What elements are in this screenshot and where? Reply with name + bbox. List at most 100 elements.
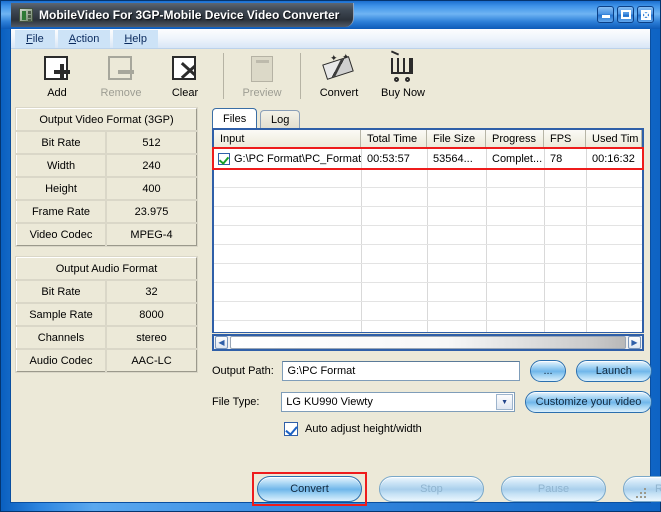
toolbar-label-preview: Preview [242,87,282,99]
file-list-body[interactable]: G:\PC Format\PC_Format... 00:53:57 53564… [214,149,642,332]
menu-item-help[interactable]: Help [113,29,158,48]
add-document-icon [40,54,74,86]
table-row: Output Audio Format [15,256,198,281]
file-row-progress: Complet... [492,152,543,165]
output-path-input[interactable] [282,361,521,381]
title-bar: MobileVideo For 3GP-Mobile Device Video … [1,1,660,29]
output-settings-form: Output Path: ... Launch File Type: LG KU… [212,360,653,436]
audio-channels-value: stereo [105,325,198,350]
column-header-used-time[interactable]: Used Tim [586,130,642,148]
convert-button[interactable]: Convert [257,476,362,502]
tab-files[interactable]: Files [212,108,258,128]
title-plate: MobileVideo For 3GP-Mobile Device Video … [11,3,355,27]
table-row[interactable]: G:\PC Format\PC_Format... 00:53:57 53564… [214,149,642,168]
toolbar-button-remove: Remove [89,50,153,104]
file-row-input-cell[interactable]: G:\PC Format\PC_Format... [214,149,361,168]
file-row-total-time: 00:53:57 [367,152,410,165]
auto-adjust-label: Auto adjust height/width [305,423,422,435]
tab-bar: Files Log [212,108,647,128]
toolbar-label-add: Add [47,87,67,99]
scroll-left-icon[interactable]: ◀ [215,336,228,349]
scroll-right-icon[interactable]: ▶ [628,336,641,349]
auto-adjust-row: Auto adjust height/width [284,422,652,436]
scroll-right-glyph: ▶ [631,337,638,347]
video-framerate-value: 23.975 [105,199,198,224]
row-divider [214,282,642,283]
stop-button: Stop [379,476,484,502]
video-bitrate-label: Bit Rate [15,130,107,155]
table-row: Width 240 [15,153,198,178]
scrollbar-thumb[interactable] [230,336,626,349]
output-path-row: Output Path: ... Launch [212,360,653,382]
window-title: MobileVideo For 3GP-Mobile Device Video … [39,8,340,22]
menu-item-file[interactable]: File [15,29,55,48]
table-row: Bit Rate 32 [15,279,198,304]
auto-adjust-checkbox[interactable] [284,422,298,436]
menu-item-action[interactable]: Action [57,29,111,48]
file-list[interactable]: Input Total Time File Size Progress FPS … [212,128,644,333]
toolbar-button-add[interactable]: Add [25,50,89,104]
audio-samplerate-label: Sample Rate [15,302,107,327]
toolbar-label-convert: Convert [319,87,359,99]
toolbar-button-convert[interactable]: ✦ ✦ Convert [307,50,371,104]
column-header-file-size[interactable]: File Size [427,130,486,148]
toolbar-button-clear[interactable]: Clear [153,50,217,104]
convert-button-wrap: Convert [252,472,367,506]
video-height-value: 400 [105,176,198,201]
application-window: MobileVideo For 3GP-Mobile Device Video … [0,0,661,512]
row-divider [214,187,642,188]
maximize-icon[interactable] [617,6,634,23]
audio-format-title: Output Audio Format [15,256,198,281]
shopping-cart-icon [386,54,420,86]
file-row-fps: 78 [550,152,563,165]
file-list-header: Input Total Time File Size Progress FPS … [214,130,642,149]
chevron-down-icon[interactable]: ▼ [496,394,514,410]
video-format-title: Output Video Format (3GP) [15,107,198,132]
video-width-label: Width [15,153,107,178]
table-row: Channels stereo [15,325,198,350]
tab-log[interactable]: Log [260,110,301,128]
column-header-fps[interactable]: FPS [544,130,586,148]
app-icon [19,8,33,22]
row-divider [214,244,642,245]
row-divider [214,320,642,321]
row-divider [214,206,642,207]
video-height-label: Height [15,176,107,201]
audio-channels-label: Channels [15,325,107,350]
toolbar-separator-1 [223,53,224,99]
toolbar-label-clear: Clear [171,87,199,99]
customize-video-button[interactable]: Customize your video [525,391,653,413]
checkbox-icon[interactable] [218,152,230,165]
file-row-input: G:\PC Format\PC_Format... [234,152,361,165]
preview-icon [245,54,279,86]
format-info-panel: Output Video Format (3GP) Bit Rate 512 W… [15,107,202,373]
video-framerate-label: Frame Rate [15,199,107,224]
row-divider [214,225,642,226]
table-row: Video Codec MPEG-4 [15,222,198,247]
browse-button[interactable]: ... [530,360,566,382]
audio-samplerate-value: 8000 [105,302,198,327]
table-row: Audio Codec AAC-LC [15,348,198,373]
file-row-file-size: 53564... [433,152,473,165]
scroll-left-glyph: ◀ [218,337,225,347]
resize-grip-icon[interactable] [634,486,648,500]
column-header-input[interactable]: Input [214,130,361,148]
column-header-progress[interactable]: Progress [486,130,544,148]
pause-button: Pause [501,476,606,502]
table-row: Height 400 [15,176,198,201]
column-header-total-time[interactable]: Total Time [361,130,427,148]
file-type-select[interactable]: LG KU990 Viewty ▼ [281,392,516,412]
toolbar-separator-2 [300,53,301,99]
row-divider [214,168,642,169]
toolbar: Add Remove Clear Preview ✦ Convert Buy N… [11,50,650,106]
caption-buttons [597,6,654,23]
toolbar-label-remove: Remove [100,87,142,99]
launch-button[interactable]: Launch [575,360,653,382]
close-icon[interactable] [637,6,654,23]
grid-line [361,149,362,332]
minimize-icon[interactable] [597,6,614,23]
clear-document-icon [168,54,202,86]
toolbar-button-buy-now[interactable]: Buy Now [371,50,435,104]
horizontal-scrollbar[interactable]: ◀ ▶ [212,334,644,351]
table-row: Output Video Format (3GP) [15,107,198,132]
